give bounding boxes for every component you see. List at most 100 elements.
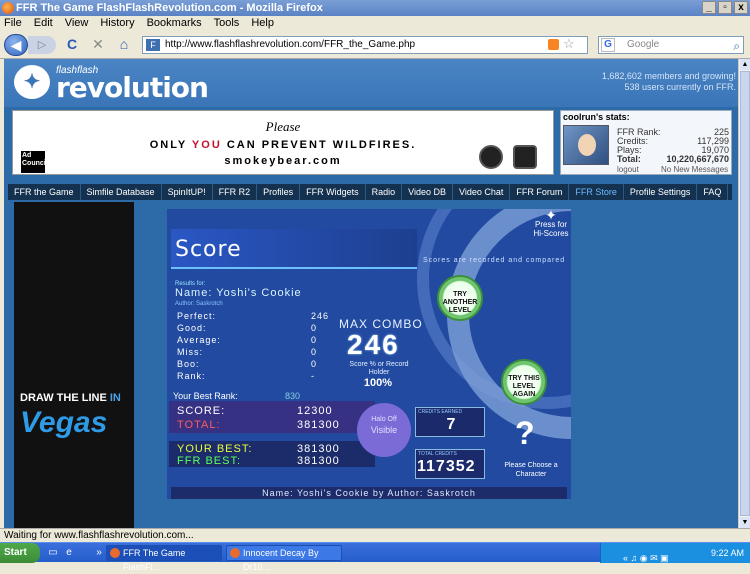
credits-earned-label: CREDITS EARNED xyxy=(418,409,463,415)
bookmark-star-icon[interactable]: ☆ xyxy=(563,36,575,52)
judge-value: 0 xyxy=(311,323,318,333)
rss-icon[interactable] xyxy=(548,39,559,50)
nav-faq[interactable]: FAQ xyxy=(697,184,729,200)
search-icon[interactable]: ⌕ xyxy=(733,38,740,54)
firefox-icon xyxy=(110,548,120,558)
left-ad-line1: DRAW THE LINE IN xyxy=(20,392,121,404)
menu-history[interactable]: History xyxy=(100,16,134,30)
visible-toggle[interactable]: Halo Off Visible xyxy=(357,403,411,457)
judgement-list: Perfect: 246 Good: 0 Average: 0 Miss: 0 Boo:… xyxy=(171,311,328,391)
logout-link[interactable]: logout xyxy=(617,165,639,174)
max-combo-value: 246 xyxy=(347,329,400,360)
scroll-up-icon[interactable]: ▲ xyxy=(740,59,750,70)
reload-button[interactable]: C xyxy=(64,34,80,54)
your-best-label: YOUR BEST: xyxy=(177,443,253,455)
total-credits-label: TOTAL CREDITS xyxy=(418,451,457,457)
choose-character-icon[interactable]: ? xyxy=(515,415,535,452)
nav-ffr-the-game[interactable]: FFR the Game xyxy=(8,184,81,200)
forest-service-seal-icon xyxy=(479,145,503,169)
nav-ffr-widgets[interactable]: FFR Widgets xyxy=(300,184,366,200)
total-value: 381300 xyxy=(297,419,340,431)
stop-button[interactable]: ✕ xyxy=(90,34,106,54)
ie-icon[interactable]: e xyxy=(62,546,76,560)
song-author: Author: Saskrotch xyxy=(175,301,223,307)
ad-url: smokeybear.com xyxy=(224,155,342,167)
ffr-logo-icon[interactable]: ✦ xyxy=(14,65,50,99)
menu-view[interactable]: View xyxy=(65,16,89,30)
judge-value: 246 xyxy=(311,311,330,321)
hi-scores-button[interactable]: ✦ Press for Hi-Scores xyxy=(533,209,569,238)
messages-link[interactable]: No New Messages xyxy=(661,165,728,174)
avatar[interactable] xyxy=(563,125,609,165)
game-score-screen[interactable]: Score ✦ Press for Hi-Scores Scores are re… xyxy=(167,209,571,499)
nav-profiles[interactable]: Profiles xyxy=(257,184,301,200)
nav-ffr-store[interactable]: FFR Store xyxy=(569,184,624,200)
stat-label: Total: xyxy=(617,154,641,164)
menu-file[interactable]: File xyxy=(4,16,22,30)
taskbar: Start ▭ e » FFR The Game FlashFl... Inno… xyxy=(0,542,750,572)
task-label: FFR The Game FlashFl... xyxy=(123,548,186,572)
start-button[interactable]: Start xyxy=(0,543,40,563)
best-rank-value: 830 xyxy=(285,391,301,401)
choose-character-label[interactable]: Please Choose a Character xyxy=(501,461,561,479)
nav-ffr-forum[interactable]: FFR Forum xyxy=(510,184,570,200)
try-level-again-button[interactable]: TRY THIS LEVEL AGAIN xyxy=(501,359,547,405)
show-desktop-icon[interactable]: ▭ xyxy=(46,546,60,560)
url-bar[interactable]: F http://www.flashflashrevolution.com/FF… xyxy=(142,36,588,54)
close-button[interactable]: x xyxy=(734,1,748,14)
nav-video-db[interactable]: Video DB xyxy=(402,184,453,200)
nav-radio[interactable]: Radio xyxy=(366,184,403,200)
tray-icons[interactable]: « ♫ ◉ ✉ ▣ xyxy=(623,548,669,568)
best-rank: Your Best Rank: 830 xyxy=(173,391,300,401)
judge-miss: Miss: 0 xyxy=(177,347,316,357)
left-ad-line2: Vegas xyxy=(20,406,108,439)
your-best-value: 381300 xyxy=(297,443,340,455)
page-viewport: ✦ flashflash revolution 1,682,602 member… xyxy=(4,59,738,528)
task-firefox[interactable]: FFR The Game FlashFl... xyxy=(106,545,222,572)
visible-off-label: Halo Off xyxy=(371,416,397,423)
back-button[interactable]: ◀ xyxy=(4,34,28,56)
judge-label: Rank: xyxy=(177,371,206,381)
nav-simfile-database[interactable]: Simfile Database xyxy=(81,184,162,200)
judge-perfect: Perfect: 246 xyxy=(177,311,328,321)
scroll-thumb[interactable] xyxy=(740,71,750,516)
ad-please: Please xyxy=(265,119,301,134)
user-stats-title: coolrun's stats: xyxy=(563,112,630,122)
nav-ffr-r2[interactable]: FFR R2 xyxy=(213,184,258,200)
judge-label: Good: xyxy=(177,323,207,333)
task-innocent-decay[interactable]: Innocent Decay By Dr10... xyxy=(226,545,342,572)
score-pct-value: 100% xyxy=(363,377,393,389)
quicklaunch-expand-icon[interactable]: » xyxy=(92,546,106,560)
total-label: TOTAL: xyxy=(177,419,221,431)
minimize-button[interactable]: _ xyxy=(702,1,716,14)
forward-button[interactable]: ▷ xyxy=(28,36,56,54)
search-input[interactable]: G Google ⌕ xyxy=(598,36,744,54)
menu-bookmarks[interactable]: Bookmarks xyxy=(147,16,202,30)
menu-tools[interactable]: Tools xyxy=(214,16,240,30)
window-titlebar: FFR The Game FlashFlashRevolution.com - … xyxy=(0,0,750,16)
banner-ad[interactable]: Ad Council Please ONLY YOU CAN PREVENT W… xyxy=(12,110,554,175)
logo-big-text[interactable]: revolution xyxy=(56,71,209,104)
score-pct-label: Score % or Record Holder xyxy=(349,361,409,376)
ad-headline: ONLY YOU CAN PREVENT WILDFIRES. xyxy=(13,139,553,151)
judge-label: Boo: xyxy=(177,359,200,369)
scroll-down-icon[interactable]: ▼ xyxy=(740,517,750,528)
try-another-level-button[interactable]: TRY ANOTHER LEVEL xyxy=(437,275,483,321)
total-credits-value: 117352 xyxy=(417,458,476,475)
google-icon[interactable]: G xyxy=(601,38,615,52)
users-online: 538 users currently on FFR. xyxy=(624,82,736,92)
home-button[interactable]: ⌂ xyxy=(116,34,132,54)
user-stats-panel: coolrun's stats: FFR Rank: 225 Credits: 11… xyxy=(560,110,732,175)
left-side-ad[interactable]: DRAW THE LINE IN Vegas xyxy=(14,202,134,528)
status-bar: Waiting for www.flashflashrevolution.com… xyxy=(0,528,750,542)
menu-edit[interactable]: Edit xyxy=(34,16,53,30)
url-text: http://www.flashflashrevolution.com/FFR_… xyxy=(165,39,416,50)
menu-help[interactable]: Help xyxy=(251,16,274,30)
nav-profile-settings[interactable]: Profile Settings xyxy=(624,184,698,200)
score-value: 12300 xyxy=(297,405,333,417)
maximize-button[interactable]: ▫ xyxy=(718,1,732,14)
navigation-toolbar: ◀ ▷ C ✕ ⌂ F http://www.flashflashrevolut… xyxy=(0,31,750,59)
nav-spinitup[interactable]: SpinItUP! xyxy=(162,184,213,200)
nav-video-chat[interactable]: Video Chat xyxy=(453,184,511,200)
vertical-scrollbar[interactable]: ▲ ▼ xyxy=(738,59,750,528)
